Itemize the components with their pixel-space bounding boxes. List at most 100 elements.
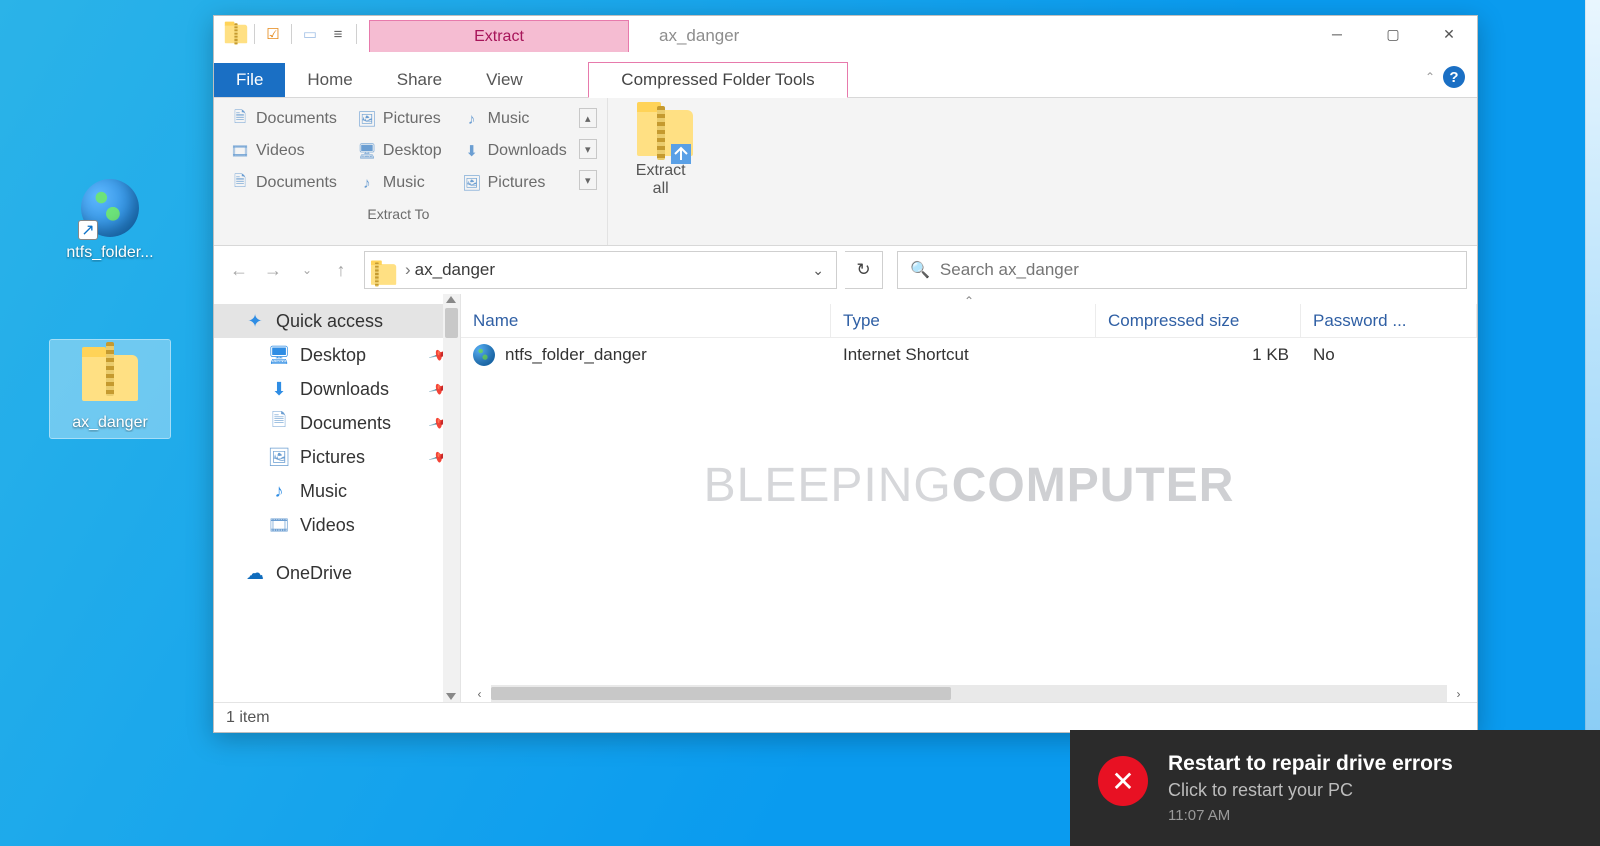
sidebar-item-quick-access[interactable]: ✦ Quick access [214,304,460,338]
qat-newfolder-icon[interactable]: ▭ [298,22,322,46]
nav-back-button[interactable]: ← [224,255,254,285]
sidebar-scrollbar[interactable] [443,294,460,702]
extract-target-pictures2[interactable]: 🖼Pictures [456,168,573,198]
sidebar-item-videos[interactable]: 🎞 Videos [214,508,460,542]
extract-target-downloads[interactable]: ⬇Downloads [456,136,573,166]
ribbon-group-label: Extract To [367,206,429,222]
music-icon: ♪ [268,480,290,502]
label: Quick access [276,311,383,332]
label: Videos [300,515,355,536]
extract-target-music[interactable]: ♪ Music [456,104,573,134]
horizontal-scrollbar[interactable]: ‹ › [491,685,1447,702]
tab-home[interactable]: Home [285,63,374,97]
window-title: ax_danger [629,16,1309,46]
videos-icon: 🎞 [268,514,290,536]
adjacent-window-edge [1585,0,1600,846]
notification-toast[interactable]: ✕ Restart to repair drive errors Click t… [1070,730,1600,846]
qat-properties-icon[interactable]: ☑ [261,22,285,46]
extract-target-documents2[interactable]: 🗎Documents [224,168,343,198]
column-headers: Name Type Compressed size Password ... [461,304,1477,338]
tab-view[interactable]: View [464,63,545,97]
address-dropdown-icon[interactable]: ⌄ [812,262,830,279]
sidebar-item-music[interactable]: ♪ Music [214,474,460,508]
col-name[interactable]: Name [461,304,831,337]
col-password[interactable]: Password ... [1301,304,1477,337]
refresh-button[interactable]: ↻ [845,251,883,289]
gallery-up-icon[interactable]: ▴ [579,108,597,128]
nav-up-button[interactable]: ↑ [326,255,356,285]
status-bar: 1 item [214,702,1477,732]
zip-zipper-icon [106,342,114,396]
sidebar-item-pictures[interactable]: 🖼Pictures📌 [214,440,460,474]
label: Music [488,110,530,128]
desktop-zip-ax-danger[interactable]: ax_danger [50,340,170,438]
file-row[interactable]: ntfs_folder_danger Internet Shortcut 1 K… [461,338,1477,372]
tab-compressed-folder-tools[interactable]: Compressed Folder Tools [588,62,848,98]
hscroll-right-icon[interactable]: › [1450,685,1467,702]
gallery-down-icon[interactable]: ▾ [579,139,597,159]
label: Desktop [383,142,442,160]
extract-target-documents[interactable]: 🗎Documents [224,104,343,134]
nav-recent-dropdown[interactable]: ⌄ [292,255,322,285]
rows-container: ntfs_folder_danger Internet Shortcut 1 K… [461,338,1477,702]
nav-forward-button[interactable]: → [258,255,288,285]
extract-target-pictures[interactable]: 🖼 Pictures [351,104,448,134]
tab-file[interactable]: File [214,63,285,97]
label: Pictures [488,174,546,192]
file-password: No [1301,341,1477,369]
pictures-icon: 🖼 [357,109,377,129]
star-pinned-icon: ✦ [244,310,266,332]
close-button[interactable]: ✕ [1421,16,1477,52]
documents-icon: 🗎 [230,109,250,129]
label: Music [383,174,425,192]
label: Documents [300,413,391,434]
breadcrumb-segment[interactable]: ax_danger [415,260,495,280]
search-box[interactable]: 🔍 [897,251,1467,289]
desktop-icon: 🖥 [357,141,377,161]
music-icon: ♪ [357,173,377,193]
file-name: ntfs_folder_danger [505,345,647,365]
scroll-thumb[interactable] [445,308,458,338]
desktop-icon-label: ntfs_folder... [66,244,153,262]
toast-subtitle: Click to restart your PC [1168,780,1453,801]
label: Music [300,481,347,502]
label: Pictures [300,447,365,468]
label: Desktop [300,345,366,366]
label: Downloads [488,142,567,160]
label: Downloads [300,379,389,400]
maximize-button[interactable]: ▢ [1365,16,1421,52]
extract-target-music2[interactable]: ♪ Music [351,168,448,198]
minimize-button[interactable]: ─ [1309,16,1365,52]
file-list: ⌃ Name Type Compressed size Password ...… [461,294,1477,702]
col-compressed-size[interactable]: Compressed size [1096,304,1301,337]
tab-share[interactable]: Share [375,63,464,97]
extract-all-button[interactable]: Extractall [618,104,704,204]
sidebar-item-documents[interactable]: 🗎Documents📌 [214,406,460,440]
extract-target-videos[interactable]: 🎞Videos [224,136,343,166]
sidebar-item-desktop[interactable]: 🖥Desktop📌 [214,338,460,372]
globe-icon [473,344,495,366]
label: Documents [256,174,337,192]
shortcut-overlay-icon: ↗ [78,220,98,240]
search-icon: 🔍 [910,260,930,280]
extract-arrow-icon [671,144,691,164]
label: all [653,180,669,198]
gallery-more-icon[interactable]: ▾ [579,170,597,190]
qat-customize-icon[interactable]: ≡ [326,22,350,46]
label: Pictures [383,110,441,128]
hscroll-left-icon[interactable]: ‹ [471,685,488,702]
search-input[interactable] [940,260,1454,280]
col-type[interactable]: Type [831,304,1096,337]
address-bar[interactable]: ›ax_danger ⌄ [364,251,837,289]
sidebar-item-downloads[interactable]: ⬇Downloads📌 [214,372,460,406]
scroll-thumb[interactable] [491,687,951,700]
sidebar-item-onedrive[interactable]: ☁OneDrive [214,556,460,590]
extract-target-desktop[interactable]: 🖥 Desktop [351,136,448,166]
separator [254,24,255,44]
help-icon[interactable]: ? [1443,66,1465,88]
breadcrumb[interactable]: ›ax_danger [405,260,804,280]
music-icon: ♪ [462,109,482,129]
toast-time: 11:07 AM [1168,807,1453,824]
ribbon-collapse-icon[interactable]: ⌃ [1425,70,1435,84]
desktop-shortcut-ntfs-folder[interactable]: ↗ ntfs_folder... [50,170,170,268]
